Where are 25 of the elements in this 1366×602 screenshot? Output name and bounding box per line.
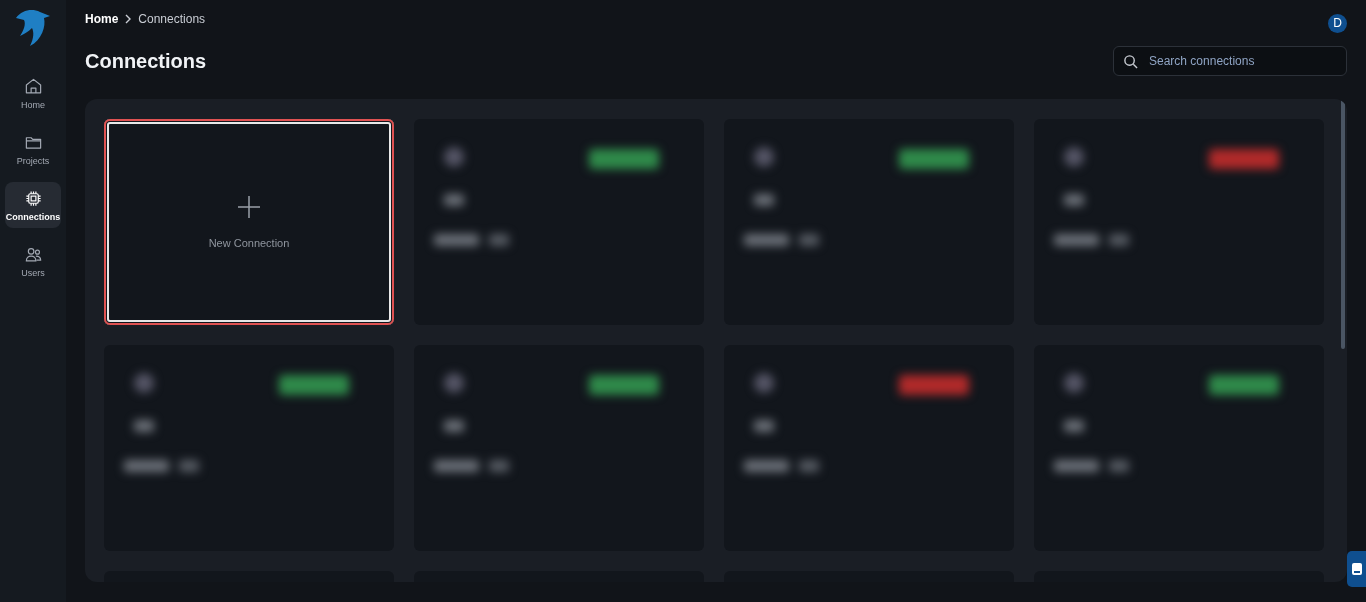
new-connection-card[interactable]: New Connection <box>104 119 394 325</box>
connection-card[interactable] <box>1034 119 1324 325</box>
sidebar-item[interactable]: Connections <box>5 182 61 228</box>
page-title: Connections <box>85 49 207 73</box>
connection-card[interactable] <box>724 345 1014 551</box>
chevron-icon <box>124 14 133 24</box>
scrollbar[interactable] <box>1341 99 1345 349</box>
connection-card[interactable] <box>104 345 394 551</box>
search-field[interactable]: Search connections <box>1113 46 1347 76</box>
breadcrumb-link[interactable]: Home <box>85 12 119 26</box>
connection-card[interactable] <box>1034 345 1324 551</box>
connection-card[interactable] <box>414 119 704 325</box>
chip-icon <box>23 188 43 208</box>
sidebar-item[interactable]: Users <box>5 238 61 284</box>
connection-card[interactable] <box>724 119 1014 325</box>
book-icon <box>1351 563 1362 575</box>
home-icon <box>23 76 43 96</box>
search-icon <box>1123 54 1138 69</box>
help-button[interactable] <box>1347 551 1366 587</box>
user-avatar[interactable]: D <box>1328 13 1347 33</box>
plus-icon <box>237 195 261 219</box>
breadcrumb-current: Connections <box>138 12 206 26</box>
sidebar-item[interactable]: Projects <box>5 126 61 172</box>
connection-card[interactable] <box>414 345 704 551</box>
sidebar-item[interactable]: Home <box>5 70 61 116</box>
